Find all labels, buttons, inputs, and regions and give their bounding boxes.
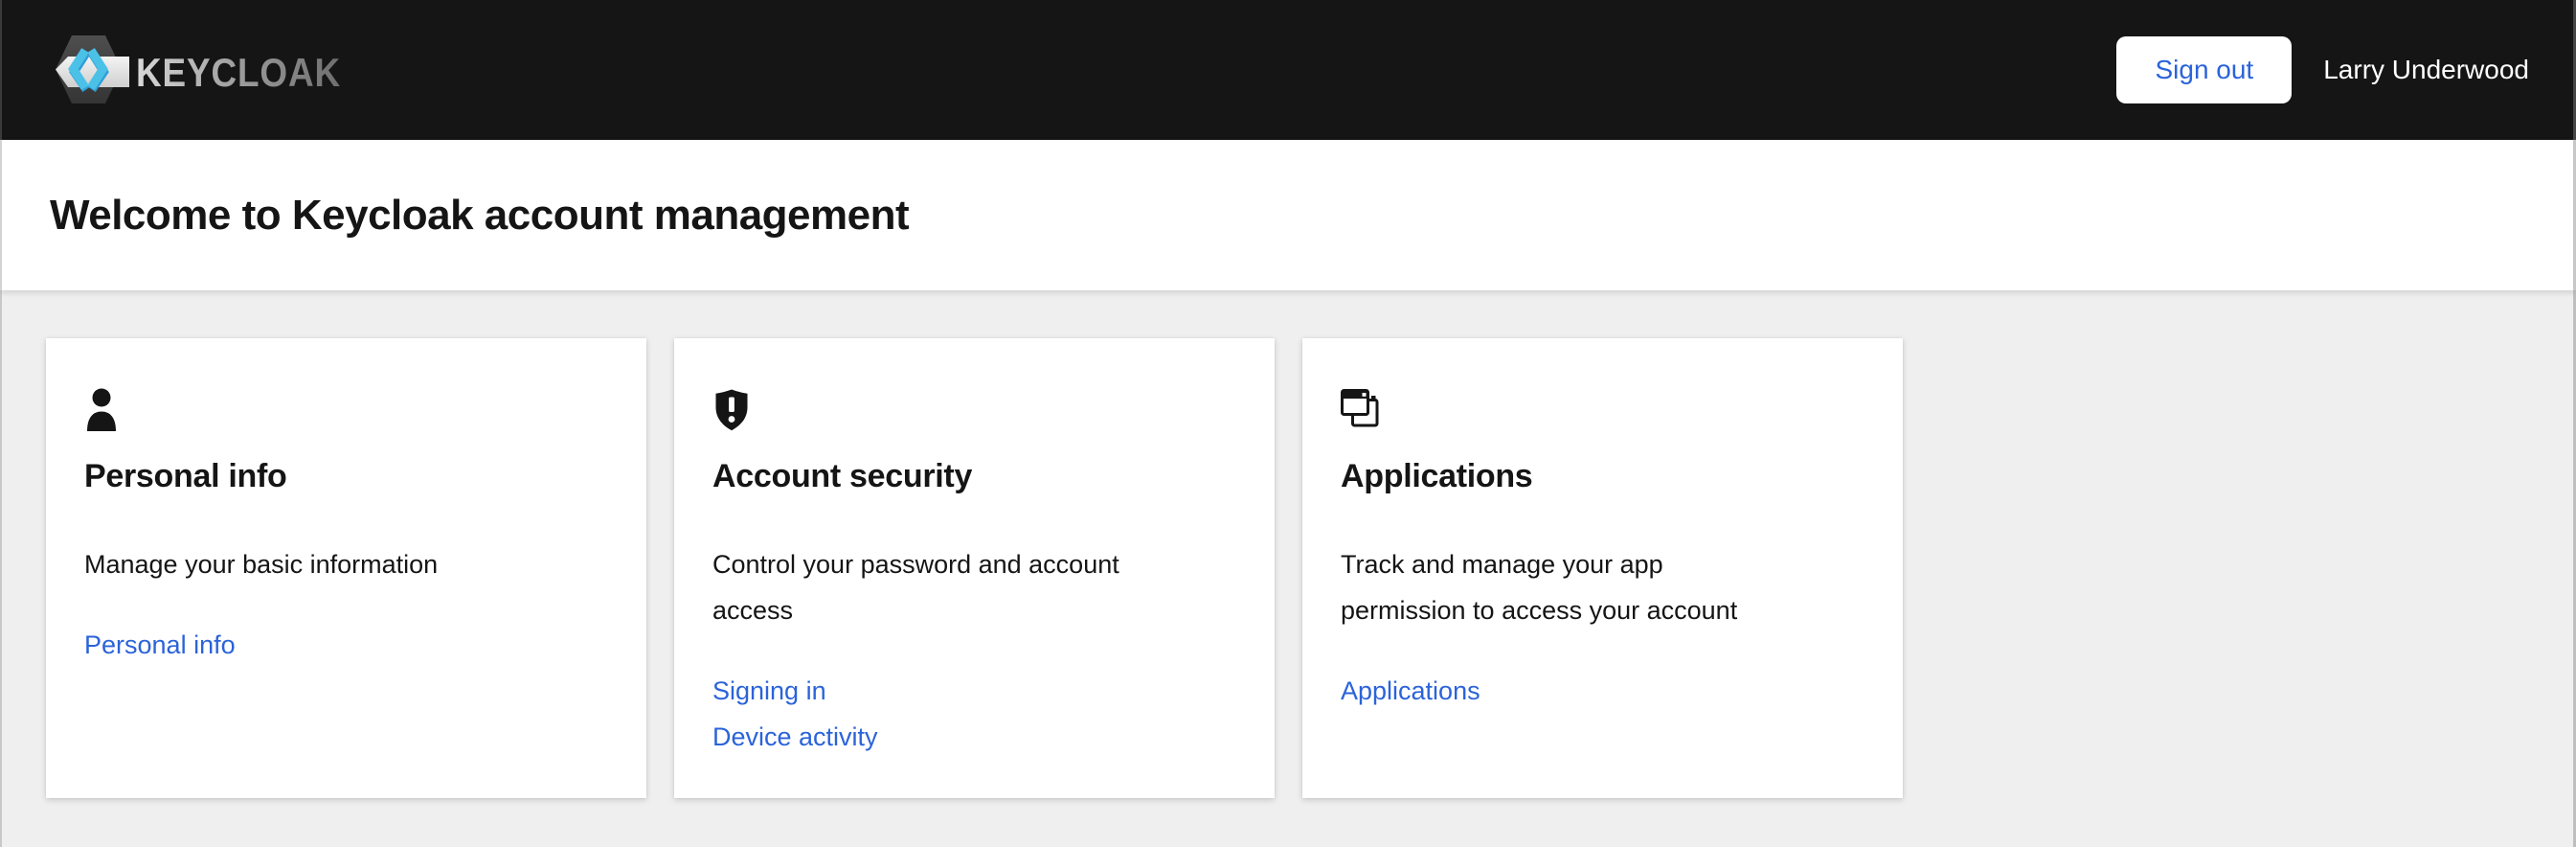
card-description: Manage your basic information bbox=[84, 541, 530, 587]
card-grid: Personal info Manage your basic informat… bbox=[0, 290, 2576, 798]
page-title: Welcome to Keycloak account management bbox=[50, 192, 909, 240]
brand-wordmark: KEYCLOAK bbox=[136, 50, 341, 95]
applications-icon bbox=[1341, 388, 1864, 432]
shield-exclamation-icon bbox=[712, 388, 1236, 432]
keycloak-logo-icon: KEYCLOAK bbox=[56, 35, 345, 104]
personal-info-link[interactable]: Personal info bbox=[84, 622, 236, 668]
card-links: Signing in Device activity bbox=[712, 668, 1236, 760]
card-title: Applications bbox=[1341, 457, 1864, 495]
keycloak-logo[interactable]: KEYCLOAK bbox=[56, 35, 345, 104]
card-description: Control your password and account access bbox=[712, 541, 1158, 633]
card-description: Track and manage your app permission to … bbox=[1341, 541, 1786, 633]
user-name: Larry Underwood bbox=[2323, 55, 2529, 85]
device-activity-link[interactable]: Device activity bbox=[712, 714, 878, 760]
signing-in-link[interactable]: Signing in bbox=[712, 668, 826, 714]
app-header: KEYCLOAK Sign out Larry Underwood bbox=[0, 0, 2576, 140]
card-title: Personal info bbox=[84, 457, 608, 495]
card-links: Personal info bbox=[84, 622, 608, 668]
sign-out-button[interactable]: Sign out bbox=[2116, 36, 2292, 103]
applications-link[interactable]: Applications bbox=[1341, 668, 1480, 714]
card-title: Account security bbox=[712, 457, 1236, 495]
page-title-section: Welcome to Keycloak account management bbox=[0, 140, 2576, 290]
card-links: Applications bbox=[1341, 668, 1864, 714]
card-account-security: Account security Control your password a… bbox=[674, 338, 1275, 798]
card-personal-info: Personal info Manage your basic informat… bbox=[46, 338, 646, 798]
card-applications: Applications Track and manage your app p… bbox=[1302, 338, 1903, 798]
user-icon bbox=[84, 388, 608, 432]
